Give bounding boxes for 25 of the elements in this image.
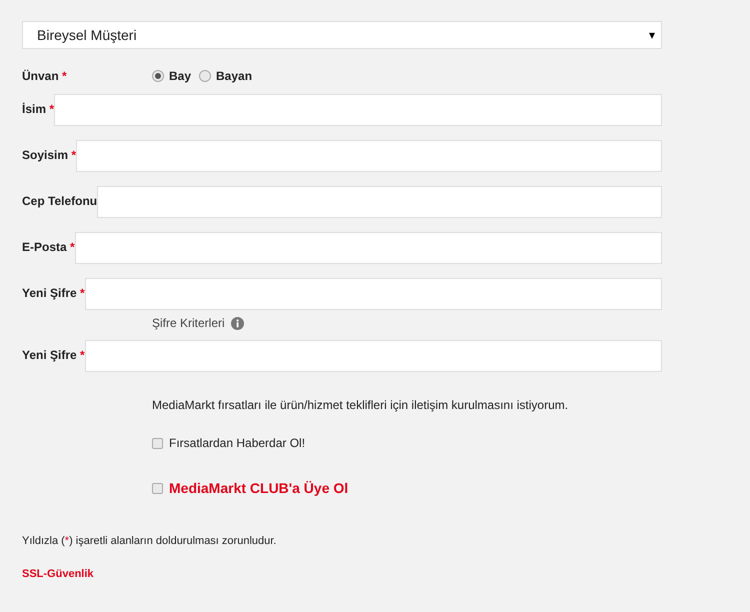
field-label: Yeni Şifre * — [22, 348, 85, 362]
gender-radio[interactable]: Bay — [152, 67, 192, 85]
field-label: Soyisim * — [22, 148, 76, 162]
checkbox[interactable] — [152, 483, 163, 494]
club-signup-label: MediaMarkt CLUB'a Üye Ol — [169, 479, 348, 498]
consent-text: MediaMarkt fırsatları ile ürün/hizmet teklifleri için iletişim kurulmasını istiyorum. — [152, 397, 570, 414]
gender-radio[interactable]: Bayan — [199, 67, 252, 85]
ssl-security-link[interactable]: SSL-Güvenlik — [22, 566, 94, 582]
text-input[interactable] — [84, 278, 662, 310]
field-label: Ünvan * — [22, 68, 68, 85]
password-criteria-label: Şifre Kriterleri — [152, 315, 225, 332]
field-label: E-Posta * — [22, 240, 75, 254]
customer-type-select[interactable]: Bireysel Müşteri ▾ — [22, 21, 662, 49]
field-label: Yeni Şifre * — [22, 286, 85, 300]
required-fields-note: Yıldızla (*) işaretli alanların doldurulması zorunludur. — [22, 534, 278, 549]
text-input[interactable] — [84, 340, 662, 372]
checkbox[interactable] — [152, 438, 163, 448]
text-input[interactable] — [97, 186, 662, 218]
text-input[interactable] — [74, 232, 662, 264]
text-input[interactable] — [76, 140, 662, 172]
text-input[interactable] — [54, 94, 662, 126]
field-label: Cep Telefonu — [22, 194, 98, 208]
newsletter-label: Fırsatlardan Haberdar Ol! — [169, 435, 306, 452]
info-icon[interactable] — [230, 316, 244, 330]
field-label: İsim * — [22, 102, 54, 116]
